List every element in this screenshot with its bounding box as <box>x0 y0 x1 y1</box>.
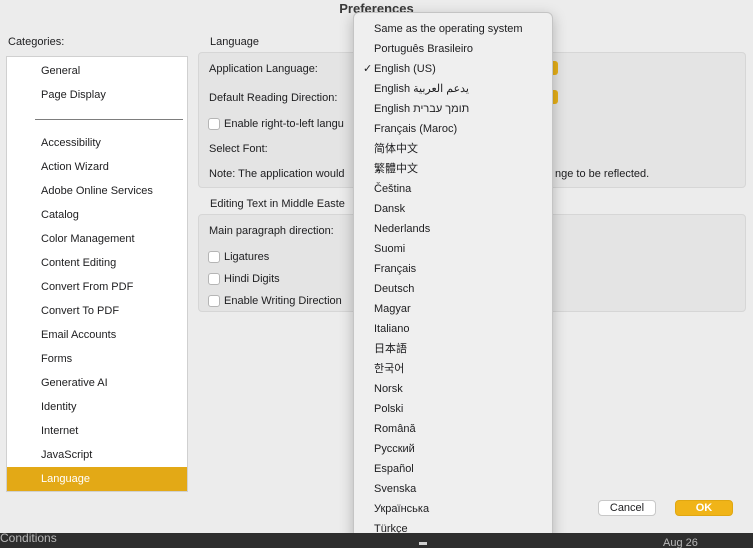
categories-list: General Page Display Accessibility Actio… <box>6 56 188 492</box>
language-option[interactable]: 简体中文 <box>354 139 552 159</box>
language-option[interactable]: Italiano <box>354 319 552 339</box>
language-option[interactable]: Українська <box>354 499 552 519</box>
language-group-title: Language <box>210 36 259 48</box>
category-accessibility[interactable]: Accessibility <box>7 131 187 155</box>
language-note-left: Note: The application would <box>209 168 345 180</box>
category-generative-ai[interactable]: Generative AI <box>7 371 187 395</box>
select-font-label: Select Font: <box>209 143 268 155</box>
rtl-languages-checkbox[interactable] <box>208 118 220 130</box>
language-option[interactable]: 繁體中文 <box>354 159 552 179</box>
language-option[interactable]: English يدعم العربية <box>354 79 552 99</box>
category-content-editing[interactable]: Content Editing <box>7 251 187 275</box>
taskbar-left-text: Conditions <box>0 531 57 545</box>
categories-label: Categories: <box>8 36 65 48</box>
category-javascript[interactable]: JavaScript <box>7 443 187 467</box>
paragraph-direction-label: Main paragraph direction: <box>209 225 334 237</box>
language-option[interactable]: Same as the operating system <box>354 19 552 39</box>
category-convert-to-pdf[interactable]: Convert To PDF <box>7 299 187 323</box>
category-action-wizard[interactable]: Action Wizard <box>7 155 187 179</box>
writing-direction-label: Enable Writing Direction <box>224 295 342 307</box>
language-option[interactable]: Deutsch <box>354 279 552 299</box>
category-language[interactable]: Language <box>7 467 187 491</box>
application-language-label: Application Language: <box>209 63 318 75</box>
background-taskbar: Conditions Aug 26 <box>0 531 753 548</box>
language-option[interactable]: 日本語 <box>354 339 552 359</box>
language-option[interactable]: Polski <box>354 399 552 419</box>
ok-button[interactable]: OK <box>675 500 733 516</box>
taskbar-date-text: Aug 26 <box>663 537 698 548</box>
language-option[interactable]: Dansk <box>354 199 552 219</box>
language-option[interactable]: Français <box>354 259 552 279</box>
category-internet[interactable]: Internet <box>7 419 187 443</box>
middle-east-group-title: Editing Text in Middle Easte <box>210 198 345 210</box>
language-option[interactable]: Português Brasileiro <box>354 39 552 59</box>
cancel-button[interactable]: Cancel <box>598 500 656 516</box>
category-identity[interactable]: Identity <box>7 395 187 419</box>
language-option[interactable]: English תומך עברית <box>354 99 552 119</box>
category-forms[interactable]: Forms <box>7 347 187 371</box>
language-option[interactable]: Español <box>354 459 552 479</box>
category-page-display[interactable]: Page Display <box>7 83 187 107</box>
language-option-label: English (US) <box>374 63 436 75</box>
language-option[interactable]: Norsk <box>354 379 552 399</box>
category-catalog[interactable]: Catalog <box>7 203 187 227</box>
language-option[interactable]: Svenska <box>354 479 552 499</box>
category-divider <box>35 119 183 120</box>
ligatures-checkbox[interactable] <box>208 251 220 263</box>
category-convert-from-pdf[interactable]: Convert From PDF <box>7 275 187 299</box>
category-adobe-online-services[interactable]: Adobe Online Services <box>7 179 187 203</box>
category-general[interactable]: General <box>7 59 187 83</box>
language-option[interactable]: Nederlands <box>354 219 552 239</box>
language-option[interactable]: Română <box>354 419 552 439</box>
hindi-digits-label: Hindi Digits <box>224 273 280 285</box>
language-option[interactable]: Français (Maroc) <box>354 119 552 139</box>
category-email-accounts[interactable]: Email Accounts <box>7 323 187 347</box>
language-option[interactable]: Magyar <box>354 299 552 319</box>
writing-direction-checkbox[interactable] <box>208 295 220 307</box>
rtl-languages-label: Enable right-to-left langu <box>224 118 344 130</box>
checkmark-icon: ✓ <box>363 63 373 75</box>
category-color-management[interactable]: Color Management <box>7 227 187 251</box>
taskbar-marker <box>419 542 427 545</box>
language-option[interactable]: Čeština <box>354 179 552 199</box>
language-dropdown-menu: Same as the operating system Português B… <box>353 12 553 543</box>
language-option[interactable]: Suomi <box>354 239 552 259</box>
default-reading-direction-label: Default Reading Direction: <box>209 92 338 104</box>
hindi-digits-checkbox[interactable] <box>208 273 220 285</box>
language-option[interactable]: Русский <box>354 439 552 459</box>
language-option-selected[interactable]: ✓ English (US) <box>354 59 552 79</box>
ligatures-label: Ligatures <box>224 251 270 263</box>
language-note-right: nge to be reflected. <box>555 168 650 180</box>
language-option[interactable]: 한국어 <box>354 359 552 379</box>
